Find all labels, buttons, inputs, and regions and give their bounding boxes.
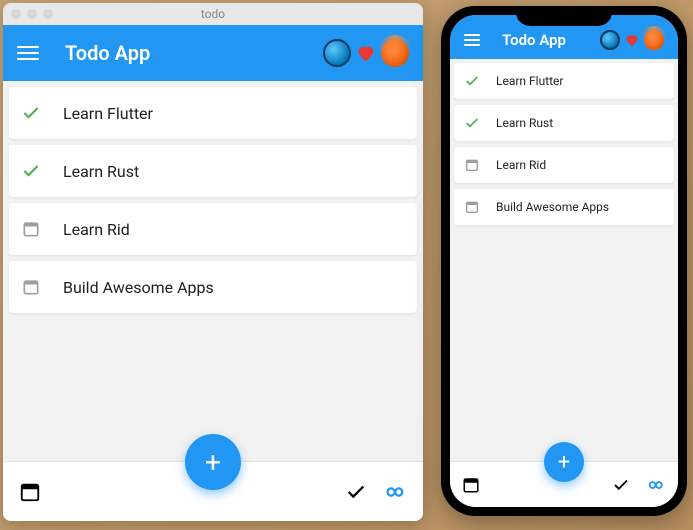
traffic-lights[interactable] <box>11 9 53 19</box>
menu-icon[interactable] <box>464 29 480 51</box>
phone-screen: Todo App Learn Flutter Learn Rus <box>450 15 678 507</box>
check-icon <box>21 103 41 123</box>
check-icon[interactable] <box>612 476 630 494</box>
calendar-icon <box>21 277 41 297</box>
desktop-window: todo Todo App Learn Flutter <box>3 3 423 521</box>
app-title: Todo App <box>65 41 150 65</box>
todo-label: Build Awesome Apps <box>496 200 609 214</box>
bottom-bar: + <box>450 461 678 507</box>
header-icons <box>600 30 664 50</box>
todo-item[interactable]: Learn Flutter <box>454 63 674 99</box>
phone-frame: Todo App Learn Flutter Learn Rus <box>441 6 687 516</box>
todo-item[interactable]: Build Awesome Apps <box>9 261 417 313</box>
heart-icon <box>355 42 377 64</box>
todo-item[interactable]: Build Awesome Apps <box>454 189 674 225</box>
header-icons <box>323 39 409 67</box>
app-title: Todo App <box>502 31 566 49</box>
todo-label: Learn Rid <box>63 220 130 239</box>
check-icon <box>464 115 480 131</box>
check-icon <box>21 161 41 181</box>
window-title: todo <box>201 7 225 21</box>
todo-list: Learn Flutter Learn Rust Learn Rid Build… <box>450 59 678 461</box>
app-header: Todo App <box>3 25 423 81</box>
check-icon[interactable] <box>345 481 367 503</box>
check-icon <box>464 73 480 89</box>
menu-icon[interactable] <box>17 42 39 64</box>
todo-item[interactable]: Learn Rust <box>9 145 417 197</box>
todo-label: Learn Rust <box>63 162 139 181</box>
flutter-icon <box>323 39 351 67</box>
phone-notch <box>516 6 612 26</box>
rust-icon <box>644 30 664 50</box>
add-button[interactable]: + <box>185 434 241 490</box>
calendar-icon[interactable] <box>462 476 480 494</box>
close-window-button[interactable] <box>11 9 21 19</box>
titlebar: todo <box>3 3 423 25</box>
maximize-window-button[interactable] <box>43 9 53 19</box>
calendar-icon[interactable] <box>19 481 41 503</box>
flutter-icon <box>600 30 620 50</box>
todo-item[interactable]: Learn Flutter <box>9 87 417 139</box>
todo-label: Learn Rust <box>496 116 553 130</box>
plus-icon: + <box>205 446 221 479</box>
calendar-icon <box>464 157 480 173</box>
infinity-icon[interactable] <box>644 476 666 494</box>
calendar-icon <box>21 219 41 239</box>
todo-label: Learn Flutter <box>63 104 153 123</box>
todo-label: Build Awesome Apps <box>63 278 214 297</box>
rust-icon <box>381 39 409 67</box>
plus-icon: + <box>558 450 570 475</box>
infinity-icon[interactable] <box>381 481 407 503</box>
todo-list: Learn Flutter Learn Rust Learn Rid Build… <box>3 81 423 461</box>
calendar-icon <box>464 199 480 215</box>
add-button[interactable]: + <box>544 442 584 482</box>
todo-label: Learn Flutter <box>496 74 563 88</box>
todo-label: Learn Rid <box>496 158 546 172</box>
home-indicator[interactable] <box>524 508 604 512</box>
minimize-window-button[interactable] <box>27 9 37 19</box>
todo-item[interactable]: Learn Rid <box>9 203 417 255</box>
bottom-bar: + <box>3 461 423 521</box>
todo-item[interactable]: Learn Rust <box>454 105 674 141</box>
todo-item[interactable]: Learn Rid <box>454 147 674 183</box>
heart-icon <box>624 32 640 48</box>
